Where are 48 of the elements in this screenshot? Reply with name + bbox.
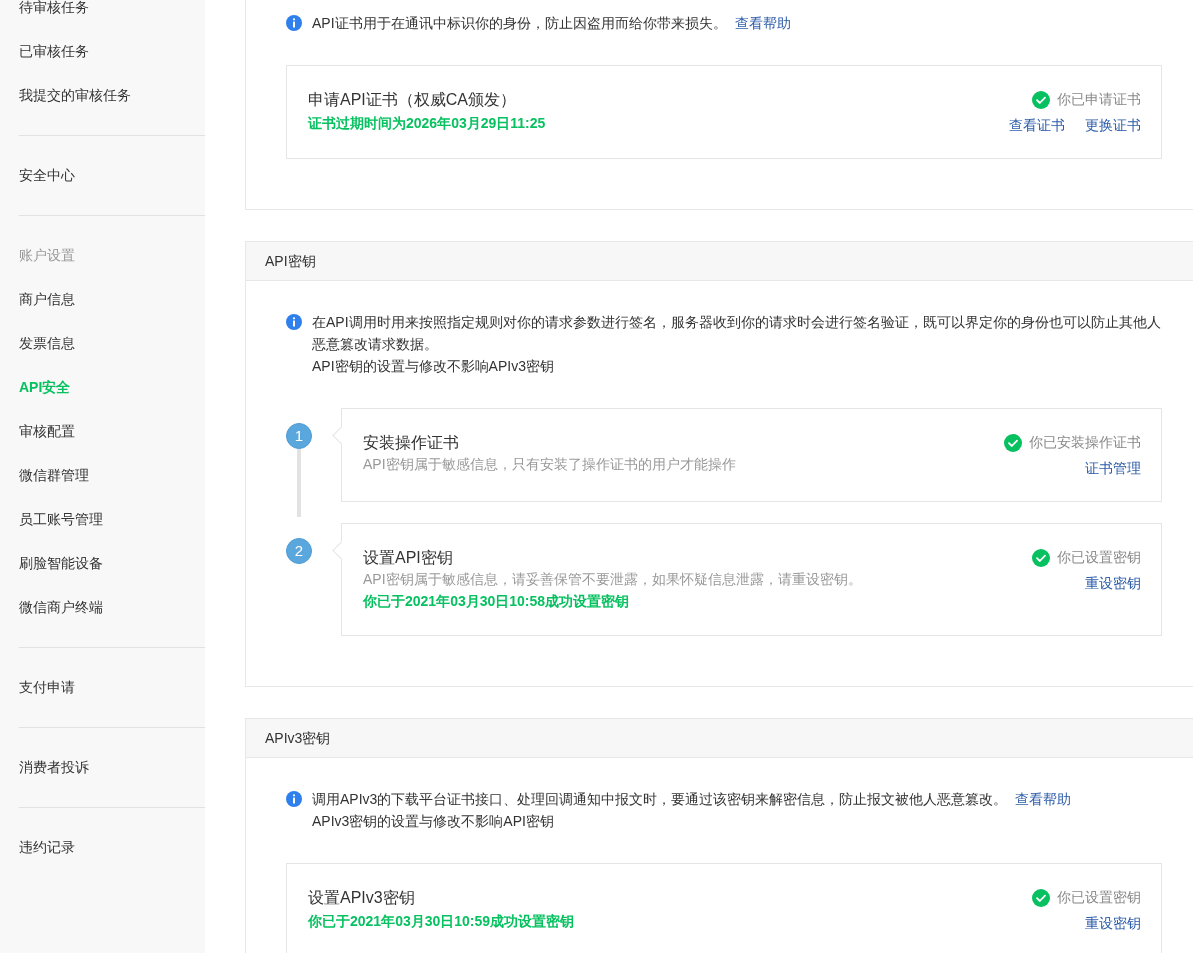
status-text: 你已申请证书 [1057, 91, 1141, 109]
card-title: 设置APIv3密钥 [308, 888, 416, 908]
status-text: 你已安装操作证书 [1029, 434, 1141, 452]
info-icon [286, 791, 302, 807]
status-text: 你已设置密钥 [1057, 549, 1141, 567]
sidebar-item[interactable]: 微信群管理 [19, 453, 89, 497]
help-link[interactable]: 查看帮助 [1015, 791, 1072, 807]
action-link[interactable]: 重设密钥 [1085, 912, 1141, 934]
card-title: 安装操作证书 [363, 433, 460, 453]
action-link[interactable]: 重设密钥 [1085, 572, 1141, 594]
sidebar-item[interactable]: 已审核任务 [19, 29, 89, 73]
sidebar-item[interactable]: 违约记录 [19, 825, 75, 869]
sidebar-heading: 账户设置 [19, 246, 76, 265]
sidebar-item[interactable]: 安全中心 [19, 153, 75, 197]
sidebar-item[interactable]: 微信商户终端 [19, 585, 103, 629]
action-link[interactable]: 查看证书 [1009, 114, 1065, 136]
info-text: 在API调用时用来按照指定规则对你的请求参数进行签名，服务器收到你的请求时会进行签名验证，既可以界定你的身份也可以防止其他人 [312, 313, 1161, 332]
info-text: 恶意篡改请求数据。 [312, 335, 439, 354]
card-description: API密钥属于敏感信息，只有安装了操作证书的用户才能操作 [363, 455, 736, 474]
sidebar-item[interactable]: 审核配置 [19, 409, 75, 453]
card-title: 申请API证书（权威CA颁发） [308, 90, 517, 110]
info-icon [286, 314, 302, 330]
sidebar-item[interactable]: 员工账号管理 [19, 497, 103, 541]
section-title: APIv3密钥 [265, 730, 331, 746]
action-link[interactable]: 更换证书 [1085, 114, 1141, 136]
action-link[interactable]: 证书管理 [1085, 457, 1141, 479]
sidebar-item[interactable]: 我提交的审核任务 [19, 73, 131, 117]
card-description: API密钥属于敏感信息，请妥善保管不要泄露，如果怀疑信息泄露，请重设密钥。 [363, 570, 862, 589]
success-note: 你已于2021年03月30日10:58成功设置密钥 [363, 592, 631, 611]
section-title: API密钥 [265, 253, 316, 269]
info-icon [286, 15, 302, 31]
info-text: API证书用于在通讯中标识你的身份，防止因盗用而给你带来损失。 查看帮助 [312, 14, 791, 33]
status-text: 你已设置密钥 [1057, 889, 1141, 907]
info-text: API密钥的设置与修改不影响APIv3密钥 [312, 357, 555, 376]
help-link[interactable]: 查看帮助 [734, 15, 791, 31]
sidebar-item[interactable]: 商户信息 [19, 277, 75, 321]
sidebar-item[interactable]: 待审核任务 [19, 0, 89, 29]
card-title: 设置API密钥 [363, 548, 454, 568]
success-note: 证书过期时间为2026年03月29日11:25 [308, 114, 546, 133]
step-number: 2 [286, 538, 312, 564]
info-text: 调用APIv3的下载平台证书接口、处理回调通知中报文时，要通过该密钥来解密信息，防止报文被他人恶意篡改。 查看帮助 [312, 790, 1072, 809]
sidebar-item[interactable]: 消费者投诉 [19, 745, 89, 789]
info-text: APIv3密钥的设置与修改不影响API密钥 [312, 812, 555, 831]
success-note: 你已于2021年03月30日10:59成功设置密钥 [308, 912, 575, 931]
step-number: 1 [286, 423, 312, 449]
sidebar-item[interactable]: 刷脸智能设备 [19, 541, 103, 585]
sidebar-item[interactable]: 支付申请 [19, 665, 75, 709]
sidebar-item[interactable]: 发票信息 [19, 321, 75, 365]
